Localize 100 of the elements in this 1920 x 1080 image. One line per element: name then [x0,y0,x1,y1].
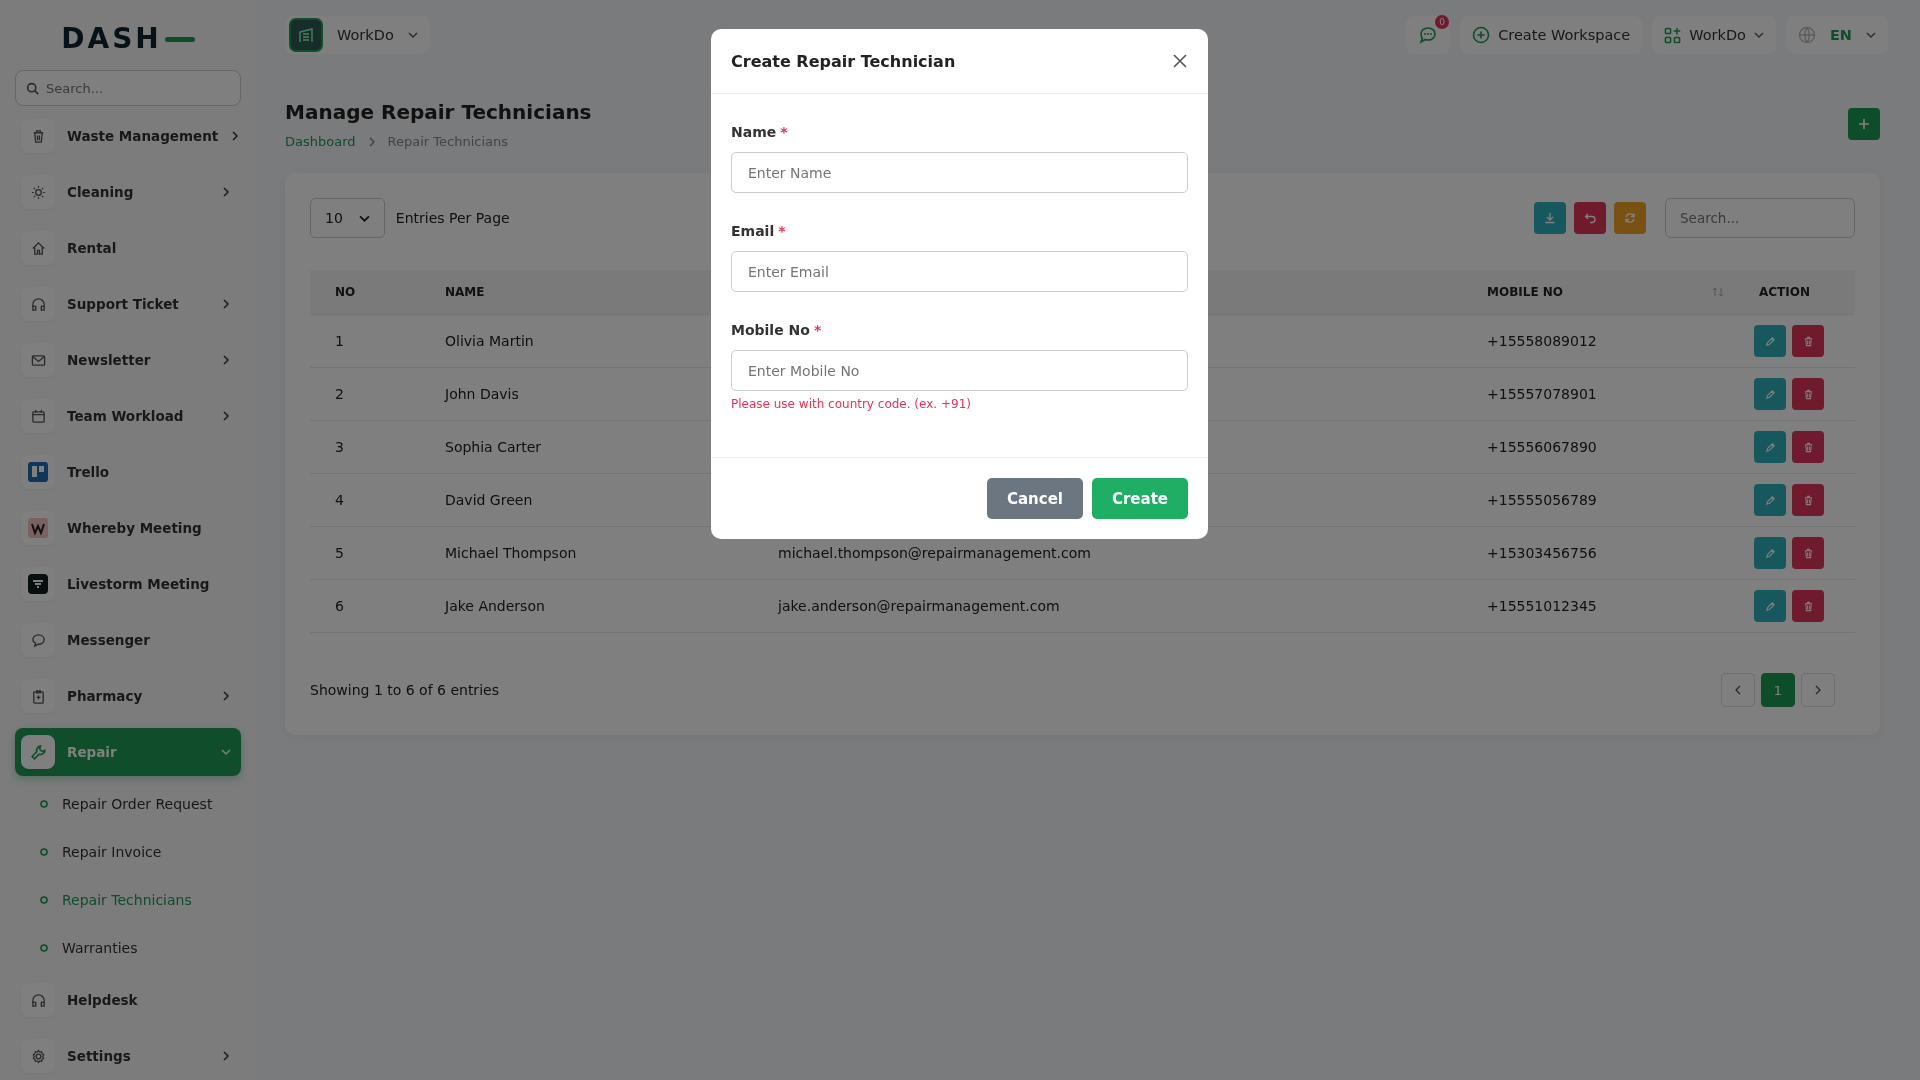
submenu-item[interactable]: Repair Technicians [15,880,241,920]
pencil-icon [1764,547,1776,559]
edit-button[interactable] [1754,484,1786,516]
chevron-icon [221,299,231,309]
sidebar-item[interactable]: Helpdesk [15,976,241,1024]
download-icon [1544,212,1556,224]
trash-icon [1802,441,1814,453]
delete-button[interactable] [1792,484,1824,516]
sidebar-item[interactable]: Support Ticket [15,280,241,328]
chevron-icon [1866,30,1876,40]
close-button[interactable] [1172,53,1188,69]
sidebar-item[interactable]: Pharmacy [15,672,241,720]
edit-button[interactable] [1754,431,1786,463]
table-cell: +15556067890 [1487,439,1597,455]
trash-icon [1802,494,1814,506]
delete-button[interactable] [1792,537,1824,569]
sidebar-item[interactable]: Settings [15,1032,241,1080]
table-cell: michael.thompson@repairmanagement.com [778,545,1091,561]
sort-icon[interactable] [1712,287,1724,297]
sidebar-item[interactable]: Waste Management [15,112,241,160]
pencil-icon [1764,600,1776,612]
refresh-icon [1624,212,1636,224]
chevron-right-icon [1814,685,1822,695]
building-icon [297,26,315,44]
sidebar-item[interactable]: Newsletter [15,336,241,384]
sidebar-item[interactable]: Team Workload [15,392,241,440]
breadcrumb-current: Repair Technicians [387,134,508,149]
input-field[interactable]: Enter Email [731,251,1188,292]
wrench-icon [29,743,47,761]
sidebar-item[interactable]: Rental [15,224,241,272]
chat-bubble-icon [30,632,46,648]
field-label: Mobile No [731,322,810,338]
dot-icon [40,896,48,904]
sidebar-item[interactable]: Cleaning [15,168,241,216]
home-icon [30,240,46,256]
table-cell: +15557078901 [1487,386,1597,402]
field-label: Email [731,223,775,239]
brand-logo: DASH [61,22,195,56]
sidebar-item[interactable]: Repair [15,728,241,776]
table-cell: 4 [335,492,344,508]
next-page-button[interactable] [1801,673,1835,707]
edit-button[interactable] [1754,590,1786,622]
create-workspace-button[interactable]: Create Workspace [1460,16,1643,54]
submenu-item[interactable]: Repair Order Request [15,784,241,824]
trash-icon [1802,600,1814,612]
column-header: MOBILE NO [1487,285,1564,299]
chevron-icon [407,30,418,40]
sidebar-item[interactable]: Messenger [15,616,241,664]
delete-button[interactable] [1792,325,1824,357]
count-badge: 0 [1435,15,1450,29]
grid-plus-icon [1664,26,1682,44]
workspace-switcher[interactable]: WorkDo [285,16,430,54]
input-field[interactable]: Enter Mobile No [731,350,1188,391]
cancel-button[interactable]: Cancel [986,478,1083,519]
envelope-icon [30,352,46,368]
submenu-item[interactable]: Warranties [15,928,241,968]
headphones-icon [30,296,46,312]
entries-select[interactable]: 10 [310,198,385,238]
workspace-menu[interactable]: WorkDo [1652,16,1776,54]
table-cell: 1 [335,333,344,349]
create-button[interactable]: Create [1091,478,1188,519]
page-button[interactable]: 1 [1761,673,1795,707]
messages-button[interactable]: 0 [1406,16,1451,54]
edit-button[interactable] [1754,325,1786,357]
sidebar-item[interactable]: Whereby Meeting [15,504,241,552]
field-hint: Please use with country code. (ex. +91) [731,397,972,411]
refresh-button[interactable] [1614,202,1646,234]
sidebar-item[interactable]: Livestorm Meeting [15,560,241,608]
board-icon [28,462,48,482]
previous-page-button[interactable] [1721,673,1755,707]
chevron-icon [367,136,376,147]
add-button[interactable] [1848,108,1880,140]
table-cell: John Davis [445,386,519,402]
table-cell: Olivia Martin [445,333,534,349]
sidebar-item[interactable]: Trello [15,448,241,496]
trash-icon [1802,335,1814,347]
clipboard-icon [30,688,46,704]
submenu-item[interactable]: Repair Invoice [15,832,241,872]
search-field[interactable]: Search... [15,70,241,106]
plus-circle-icon [1472,26,1491,44]
back-button[interactable] [1574,202,1606,234]
headphones-icon [30,992,46,1008]
chat-bubble-icon [1418,25,1439,45]
pencil-icon [1764,335,1776,347]
pencil-icon [1764,441,1776,453]
breadcrumb-link[interactable]: Dashboard [285,134,356,149]
delete-button[interactable] [1792,431,1824,463]
calendar-icon [30,408,46,424]
edit-button[interactable] [1754,378,1786,410]
language-menu[interactable]: EN [1785,16,1888,54]
export-button[interactable] [1534,202,1566,234]
delete-button[interactable] [1792,378,1824,410]
edit-button[interactable] [1754,537,1786,569]
table-search-field[interactable]: Search... [1665,198,1855,238]
settings-icon [30,1048,46,1064]
pencil-icon [1764,494,1776,506]
table-cell: Sophia Carter [445,439,542,455]
delete-button[interactable] [1792,590,1824,622]
input-field[interactable]: Enter Name [731,152,1188,193]
close-icon [1172,53,1188,69]
